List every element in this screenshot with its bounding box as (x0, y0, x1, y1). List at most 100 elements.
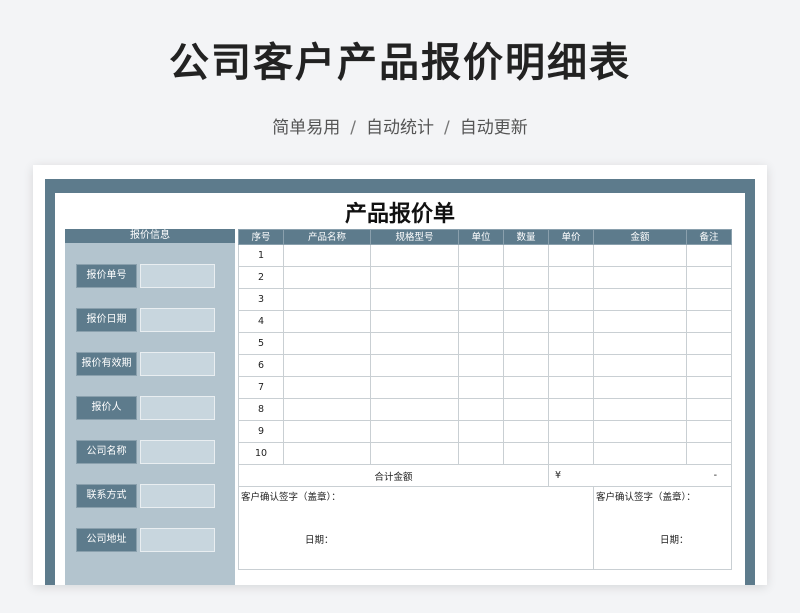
table-cell[interactable] (283, 442, 371, 465)
table-cell[interactable] (548, 354, 594, 377)
table-cell[interactable] (686, 244, 732, 267)
col-header: 产品名称 (283, 229, 371, 245)
quote-info-panel: 报价信息 报价单号 报价日期 报价有效期 报价人 公司名称 联系方式 公司地址 (65, 229, 235, 585)
info-row-contact: 联系方式 (76, 484, 226, 508)
table-cell[interactable] (593, 332, 687, 355)
quoter-field[interactable] (140, 396, 215, 420)
table-cell[interactable] (283, 310, 371, 333)
table-cell[interactable] (686, 266, 732, 289)
supplier-signature-cell[interactable]: 客户确认签字（盖章）： 日期： (593, 486, 732, 570)
table-cell[interactable] (593, 398, 687, 421)
address-label: 公司地址 (76, 528, 137, 552)
table-cell[interactable] (283, 332, 371, 355)
table-cell[interactable] (283, 420, 371, 443)
table-cell[interactable] (548, 288, 594, 311)
table-cell[interactable] (283, 244, 371, 267)
row-number: 2 (238, 266, 284, 289)
table-cell[interactable] (370, 310, 459, 333)
table-cell[interactable] (283, 266, 371, 289)
table-cell[interactable] (283, 354, 371, 377)
table-cell[interactable] (593, 310, 687, 333)
table-cell[interactable] (593, 288, 687, 311)
table-cell[interactable] (458, 398, 504, 421)
table-cell[interactable] (686, 442, 732, 465)
quoter-label: 报价人 (76, 396, 137, 420)
table-cell[interactable] (686, 310, 732, 333)
date-label: 日期： (305, 535, 334, 546)
table-cell[interactable] (548, 442, 594, 465)
company-name-label: 公司名称 (76, 440, 137, 464)
table-cell[interactable] (370, 332, 459, 355)
table-cell[interactable] (548, 376, 594, 399)
address-field[interactable] (140, 528, 215, 552)
table-cell[interactable] (458, 420, 504, 443)
table-cell[interactable] (458, 332, 504, 355)
quote-table: 序号 产品名称 规格型号 单位 数量 单价 金额 备注 1 2 3 4 5 6 … (238, 229, 732, 570)
table-cell[interactable] (593, 376, 687, 399)
table-cell[interactable] (686, 376, 732, 399)
table-cell[interactable] (593, 244, 687, 267)
validity-field[interactable] (140, 352, 215, 376)
table-cell[interactable] (686, 398, 732, 421)
table-cell[interactable] (370, 354, 459, 377)
table-cell[interactable] (686, 332, 732, 355)
table-cell[interactable] (503, 442, 549, 465)
table-cell[interactable] (283, 398, 371, 421)
row-number: 6 (238, 354, 284, 377)
table-cell[interactable] (548, 244, 594, 267)
contact-field[interactable] (140, 484, 215, 508)
table-cell[interactable] (548, 398, 594, 421)
table-cell[interactable] (458, 442, 504, 465)
table-cell[interactable] (370, 420, 459, 443)
quote-number-label: 报价单号 (76, 264, 137, 288)
total-row: 合计金额 ¥ - (238, 464, 732, 487)
company-name-field[interactable] (140, 440, 215, 464)
total-amount: - (593, 464, 732, 487)
col-header: 单位 (458, 229, 504, 245)
table-cell[interactable] (503, 354, 549, 377)
table-cell[interactable] (458, 266, 504, 289)
customer-signature-cell[interactable]: 客户确认签字（盖章）： 日期： (238, 486, 594, 570)
table-cell[interactable] (370, 442, 459, 465)
table-cell[interactable] (458, 310, 504, 333)
row-number: 10 (238, 442, 284, 465)
table-cell[interactable] (593, 354, 687, 377)
quote-table-wrap: 序号 产品名称 规格型号 单位 数量 单价 金额 备注 1 2 3 4 5 6 … (238, 229, 732, 585)
table-cell[interactable] (503, 398, 549, 421)
table-cell[interactable] (370, 244, 459, 267)
table-cell[interactable] (593, 420, 687, 443)
table-cell[interactable] (370, 288, 459, 311)
table-cell[interactable] (593, 442, 687, 465)
table-cell[interactable] (503, 376, 549, 399)
table-cell[interactable] (548, 310, 594, 333)
table-cell[interactable] (458, 244, 504, 267)
validity-label: 报价有效期 (76, 352, 137, 376)
row-number: 5 (238, 332, 284, 355)
table-cell[interactable] (283, 376, 371, 399)
table-cell[interactable] (593, 266, 687, 289)
table-cell[interactable] (548, 332, 594, 355)
table-cell[interactable] (548, 420, 594, 443)
table-cell[interactable] (370, 398, 459, 421)
feature-tagline: 简单易用 / 自动统计 / 自动更新 (0, 113, 800, 138)
table-cell[interactable] (283, 288, 371, 311)
table-cell[interactable] (503, 244, 549, 267)
table-cell[interactable] (458, 376, 504, 399)
col-header: 备注 (686, 229, 732, 245)
table-cell[interactable] (686, 420, 732, 443)
table-cell[interactable] (548, 266, 594, 289)
table-cell[interactable] (503, 310, 549, 333)
sheet-frame: 产品报价单 报价信息 报价单号 报价日期 报价有效期 报价人 公司名称 联系方式… (45, 179, 755, 585)
table-cell[interactable] (503, 266, 549, 289)
table-cell[interactable] (686, 354, 732, 377)
table-cell[interactable] (458, 354, 504, 377)
quote-number-field[interactable] (140, 264, 215, 288)
table-cell[interactable] (370, 376, 459, 399)
table-cell[interactable] (503, 332, 549, 355)
quote-date-field[interactable] (140, 308, 215, 332)
table-cell[interactable] (503, 420, 549, 443)
table-cell[interactable] (686, 288, 732, 311)
table-cell[interactable] (370, 266, 459, 289)
table-cell[interactable] (503, 288, 549, 311)
table-cell[interactable] (458, 288, 504, 311)
